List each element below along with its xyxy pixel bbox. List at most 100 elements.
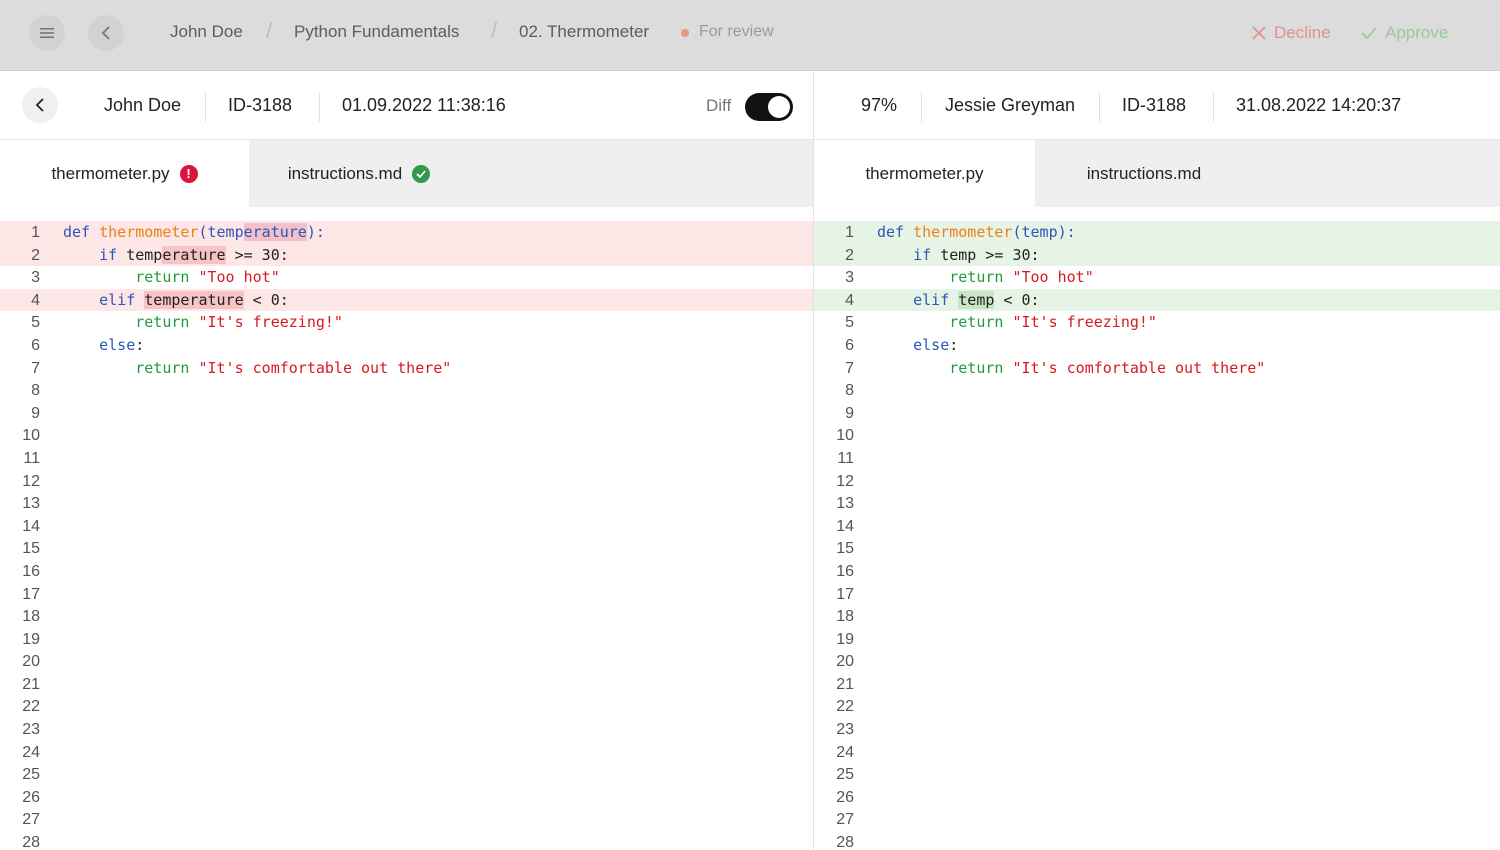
code-line: 28 xyxy=(22,834,40,850)
breadcrumb-separator: / xyxy=(266,18,273,43)
code-line: 25 xyxy=(22,766,40,784)
check-icon xyxy=(1361,27,1377,40)
code-line: 6 else: xyxy=(31,335,145,354)
code-line: 21 xyxy=(836,675,854,693)
student-name: John Doe xyxy=(104,95,182,115)
tab-label: thermometer.py xyxy=(51,163,170,183)
submission-timestamp: 01.09.2022 11:38:16 xyxy=(342,95,506,115)
top-bar: John Doe / Python Fundamentals / 02. The… xyxy=(0,0,1500,71)
divider xyxy=(1213,92,1214,122)
code-line: 17 xyxy=(22,585,40,603)
reference-timestamp: 31.08.2022 14:20:37 xyxy=(1236,95,1402,115)
tab-thermometer-py[interactable]: thermometer.py xyxy=(814,140,1035,207)
code-line: 18 xyxy=(22,608,40,626)
code-line: 23 xyxy=(836,721,854,739)
code-line: 10 xyxy=(22,427,40,445)
divider xyxy=(921,92,922,122)
status-dot xyxy=(681,29,689,37)
code-line: 9 xyxy=(31,404,40,422)
tab-thermometer-py[interactable]: thermometer.py ! xyxy=(0,140,249,207)
code-line: 7 return "It's comfortable out there" xyxy=(845,358,1266,377)
status-badge: For review xyxy=(699,23,774,40)
file-tabs: thermometer.py instructions.md xyxy=(814,140,1500,207)
submission-id: ID-3188 xyxy=(228,95,293,115)
diff-toggle[interactable] xyxy=(745,93,793,121)
code-line: 13 xyxy=(836,495,854,513)
code-line: 22 xyxy=(836,698,854,716)
close-icon xyxy=(1252,26,1266,40)
check-circle-icon xyxy=(412,164,431,183)
tab-label: instructions.md xyxy=(1086,163,1202,183)
reference-header: 97% Jessie Greyman ID-3188 31.08.2022 14… xyxy=(814,72,1500,140)
diff-label: Diff xyxy=(706,96,732,115)
menu-icon xyxy=(40,28,54,38)
menu-button[interactable] xyxy=(29,15,65,51)
chevron-left-icon xyxy=(35,98,44,112)
toggle-knob xyxy=(768,96,790,118)
divider xyxy=(1099,92,1100,122)
code-line: 10 xyxy=(836,427,854,445)
code-line: 19 xyxy=(22,630,40,648)
submission-pane: John Doe ID-3188 01.09.2022 11:38:16 Dif… xyxy=(0,72,814,850)
breadcrumb-course[interactable]: Python Fundamentals xyxy=(294,22,459,42)
code-line: 12 xyxy=(836,472,854,490)
code-line: 27 xyxy=(22,811,40,829)
code-line: 26 xyxy=(22,788,40,806)
code-line: 24 xyxy=(836,743,854,761)
decline-button[interactable]: Decline xyxy=(1252,23,1331,43)
code-line: 19 xyxy=(836,630,854,648)
back-button-top[interactable] xyxy=(88,15,124,51)
tab-instructions-md[interactable]: instructions.md xyxy=(249,140,469,207)
approve-button[interactable]: Approve xyxy=(1361,23,1448,43)
code-line: 17 xyxy=(836,585,854,603)
code-line: 6 else: xyxy=(845,335,959,354)
code-editor-right[interactable]: 1 def thermometer(temp): 2 if temp >= 30:… xyxy=(814,221,1500,850)
breadcrumb-exercise[interactable]: 02. Thermometer xyxy=(519,22,649,42)
code-line: 20 xyxy=(836,653,854,671)
code-line: 23 xyxy=(22,721,40,739)
back-button[interactable] xyxy=(22,87,58,123)
breadcrumb-separator: / xyxy=(491,18,498,43)
code-line: 4 elif temp < 0: xyxy=(814,288,1500,312)
code-line: 11 xyxy=(837,449,854,467)
code-line: 13 xyxy=(22,495,40,513)
approve-label: Approve xyxy=(1385,23,1449,42)
code-line: 8 xyxy=(31,382,40,400)
code-editor-left[interactable]: 1 def thermometer(temperature): 2 if temp… xyxy=(0,221,813,850)
code-line: 27 xyxy=(836,811,854,829)
code-line: 4 elif temperature < 0: xyxy=(0,288,813,312)
tab-instructions-md[interactable]: instructions.md xyxy=(1035,140,1253,207)
code-line: 21 xyxy=(22,675,40,693)
tab-label: instructions.md xyxy=(287,163,403,183)
code-line: 7 return "It's comfortable out there" xyxy=(31,358,452,377)
code-line: 3 return "Too hot" xyxy=(31,268,280,287)
code-line: 16 xyxy=(22,562,40,580)
file-tabs: thermometer.py ! instructions.md xyxy=(0,140,813,207)
code-line: 14 xyxy=(836,517,854,535)
code-line: 2 if temp >= 30: xyxy=(814,243,1500,267)
breadcrumb-student[interactable]: John Doe xyxy=(170,22,243,42)
code-line: 26 xyxy=(836,788,854,806)
divider xyxy=(205,92,206,122)
code-line: 22 xyxy=(22,698,40,716)
code-line: 5 return "It's freezing!" xyxy=(845,313,1157,332)
code-line: 2 if temperature >= 30: xyxy=(0,243,813,267)
code-line: 25 xyxy=(836,766,854,784)
code-line: 28 xyxy=(836,834,854,850)
code-line: 18 xyxy=(836,608,854,626)
tab-label: thermometer.py xyxy=(865,163,984,183)
code-line: 12 xyxy=(22,472,40,490)
check-icon xyxy=(416,169,426,178)
code-line: 16 xyxy=(836,562,854,580)
divider xyxy=(319,92,320,122)
code-line: 9 xyxy=(845,404,854,422)
chevron-left-icon xyxy=(101,26,110,40)
code-line: 15 xyxy=(22,540,40,558)
decline-label: Decline xyxy=(1274,23,1331,42)
reviewer-name: Jessie Greyman xyxy=(945,95,1076,115)
code-line: 1 def thermometer(temp): xyxy=(814,221,1500,244)
code-line: 3 return "Too hot" xyxy=(845,268,1094,287)
alert-icon: ! xyxy=(179,164,198,183)
code-line: 11 xyxy=(23,449,40,467)
code-line: 14 xyxy=(22,517,40,535)
